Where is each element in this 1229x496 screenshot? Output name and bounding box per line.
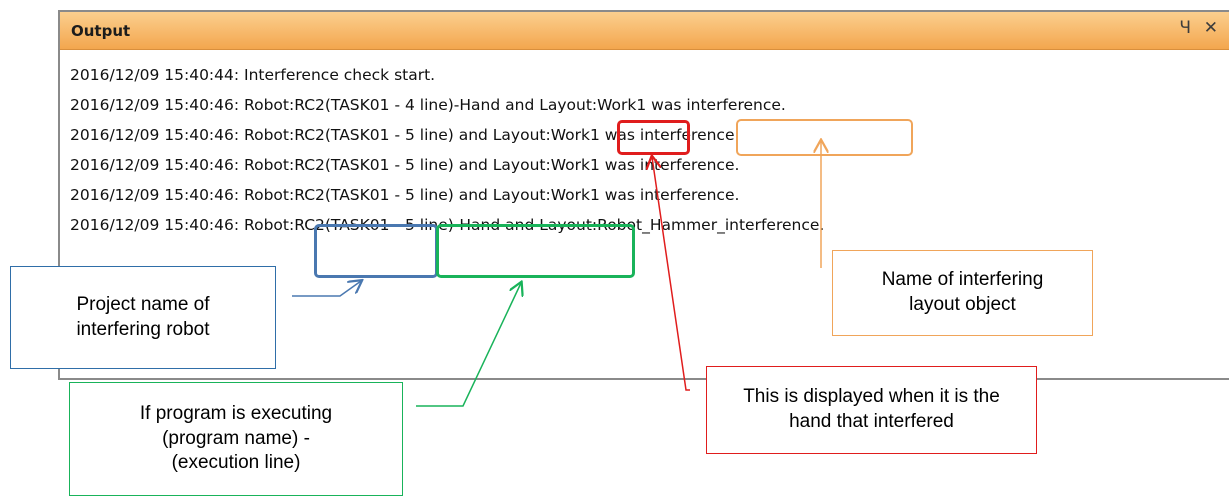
callout-layout-text: Name of interfering layout object — [881, 269, 1044, 315]
callout-hand: This is displayed when it is the hand th… — [706, 366, 1037, 454]
green-arrow — [416, 283, 521, 407]
callout-layout: Name of interfering layout object — [832, 250, 1093, 336]
callout-project-name-text: Project name of interfering robot — [76, 293, 210, 340]
callout-hand-text: This is displayed when it is the hand th… — [743, 386, 1000, 432]
callout-program: If program is executing (program name) -… — [69, 382, 403, 496]
callout-project-name: Project name of interfering robot — [10, 266, 276, 369]
callout-program-text: If program is executing (program name) -… — [139, 402, 333, 474]
red-arrow — [652, 157, 690, 391]
blue-arrow — [292, 281, 361, 297]
